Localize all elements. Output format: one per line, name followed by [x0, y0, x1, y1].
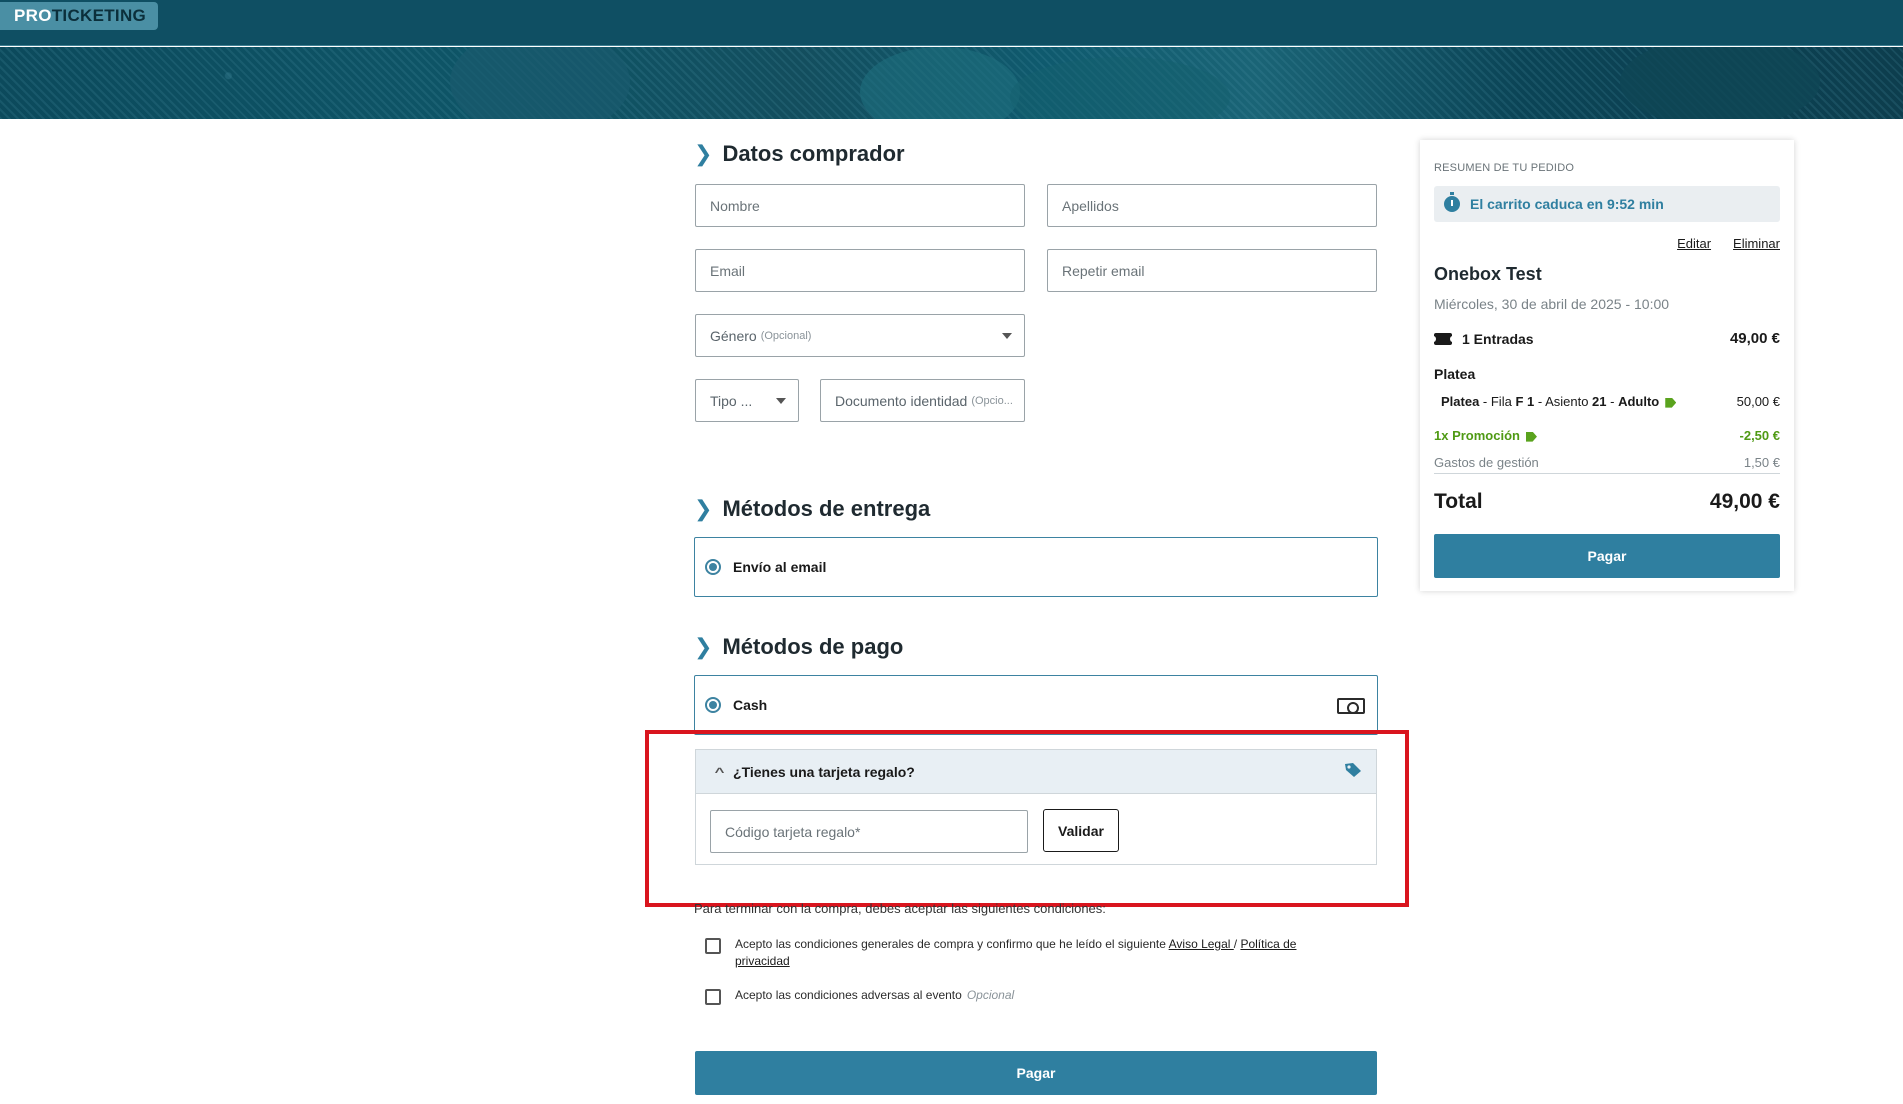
summary-pay-button[interactable]: Pagar	[1434, 534, 1780, 578]
repeat-email-field[interactable]	[1047, 249, 1377, 292]
aviso-legal-link[interactable]: Aviso Legal	[1169, 937, 1234, 951]
summary-label: RESUMEN DE TU PEDIDO	[1434, 162, 1575, 174]
proticketing-logo[interactable]: PRO TICKETING	[0, 2, 159, 30]
cart-timer: El carrito caduca en 9:52 min	[1434, 186, 1780, 222]
promo-label: 1x Promoción	[1434, 428, 1520, 443]
chevron-down-icon	[1002, 333, 1012, 339]
section-buyer-title: ❯ Datos comprador	[694, 141, 905, 166]
summary-actions: Editar Eliminar	[1677, 236, 1780, 251]
documento-field[interactable]: Documento identidad (Opcio...	[820, 379, 1025, 422]
chevron-right-icon: ❯	[694, 141, 713, 166]
general-conditions-checkbox[interactable]	[705, 938, 721, 954]
chevron-down-icon	[776, 398, 786, 404]
zone-row: Platea	[1434, 366, 1780, 382]
delivery-option-label: Envío al email	[733, 559, 827, 575]
pay-button[interactable]: Pagar	[695, 1051, 1377, 1095]
genero-optional: (Opcional)	[760, 329, 812, 342]
seat-row: Platea - Fila F 1 - Asiento 21 - Adulto …	[1434, 394, 1780, 409]
total-label: Total	[1434, 490, 1483, 513]
fees-label: Gastos de gestión	[1434, 455, 1539, 470]
promo-tag-icon	[1525, 431, 1537, 442]
chevron-right-icon: ❯	[694, 634, 713, 659]
tipo-select[interactable]: Tipo ...	[695, 379, 799, 422]
conditions-intro: Para terminar con la compra, debes acept…	[694, 901, 1106, 916]
general-conditions-row: Acepto las condiciones generales de comp…	[705, 936, 1345, 970]
fees-row: Gastos de gestión 1,50 €	[1434, 455, 1780, 470]
ticket-icon	[1431, 332, 1455, 345]
documento-label: Documento identidad	[835, 392, 968, 409]
logo-pro: PRO	[14, 6, 52, 25]
section-payment-title: ❯ Métodos de pago	[694, 634, 904, 659]
event-banner	[0, 47, 1903, 119]
event-date: Miércoles, 30 de abril de 2025 - 10:00	[1434, 296, 1670, 312]
apellidos-input[interactable]	[1062, 197, 1362, 214]
promo-row: 1x Promoción -2,50 €	[1434, 428, 1780, 443]
cart-timer-text: El carrito caduca en 9:52 min	[1470, 196, 1664, 212]
highlight-box	[645, 730, 1409, 907]
seat-description: Platea - Fila F 1 - Asiento 21 - Adulto	[1441, 394, 1677, 409]
nombre-field[interactable]	[695, 184, 1025, 227]
adverse-conditions-row: Acepto las condiciones adversas al event…	[705, 987, 1014, 1005]
logo-ticketing: TICKETING	[51, 6, 147, 25]
fees-price: 1,50 €	[1743, 455, 1780, 470]
radio-selected-icon[interactable]	[705, 697, 721, 713]
tickets-row: 1 Entradas 49,00 €	[1431, 330, 1780, 347]
total-price: 49,00 €	[1709, 490, 1780, 513]
section-delivery-title: ❯ Métodos de entrega	[694, 496, 931, 521]
tickets-label: 1 Entradas	[1462, 330, 1534, 347]
payment-option-cash[interactable]: Cash	[694, 675, 1378, 735]
adverse-conditions-text: Acepto las condiciones adversas al event…	[735, 988, 962, 1002]
adverse-optional: Opcional	[966, 988, 1015, 1002]
stopwatch-icon	[1444, 192, 1460, 212]
discount-tag-icon	[1665, 397, 1677, 408]
edit-link[interactable]: Editar	[1677, 236, 1711, 251]
genero-label: Género	[710, 327, 757, 344]
zone-label: Platea	[1434, 366, 1476, 382]
radio-selected-icon[interactable]	[705, 559, 721, 575]
adverse-conditions-checkbox[interactable]	[705, 989, 721, 1005]
order-summary: RESUMEN DE TU PEDIDO El carrito caduca e…	[1420, 140, 1794, 591]
chevron-right-icon: ❯	[694, 496, 713, 521]
event-name: Onebox Test	[1434, 264, 1542, 284]
delete-link[interactable]: Eliminar	[1733, 236, 1780, 251]
delivery-option-email[interactable]: Envío al email	[694, 537, 1378, 597]
general-conditions-text: Acepto las condiciones generales de comp…	[735, 937, 1297, 968]
apellidos-field[interactable]	[1047, 184, 1377, 227]
top-bar: PRO TICKETING	[0, 0, 1903, 46]
email-input[interactable]	[710, 262, 1010, 279]
total-row: Total 49,00 €	[1434, 490, 1780, 514]
repeat-email-input[interactable]	[1062, 262, 1362, 279]
tipo-label: Tipo ...	[710, 392, 753, 409]
payment-option-label: Cash	[733, 697, 768, 713]
cash-icon	[1337, 698, 1365, 714]
email-field[interactable]	[695, 249, 1025, 292]
summary-divider	[1434, 473, 1780, 474]
genero-select[interactable]: Género (Opcional)	[695, 314, 1025, 357]
tickets-price: 49,00 €	[1729, 330, 1780, 347]
documento-optional: (Opcio...	[971, 394, 1013, 407]
nombre-input[interactable]	[710, 197, 1010, 214]
seat-price: 50,00 €	[1736, 394, 1780, 409]
promo-price: -2,50 €	[1739, 428, 1780, 443]
